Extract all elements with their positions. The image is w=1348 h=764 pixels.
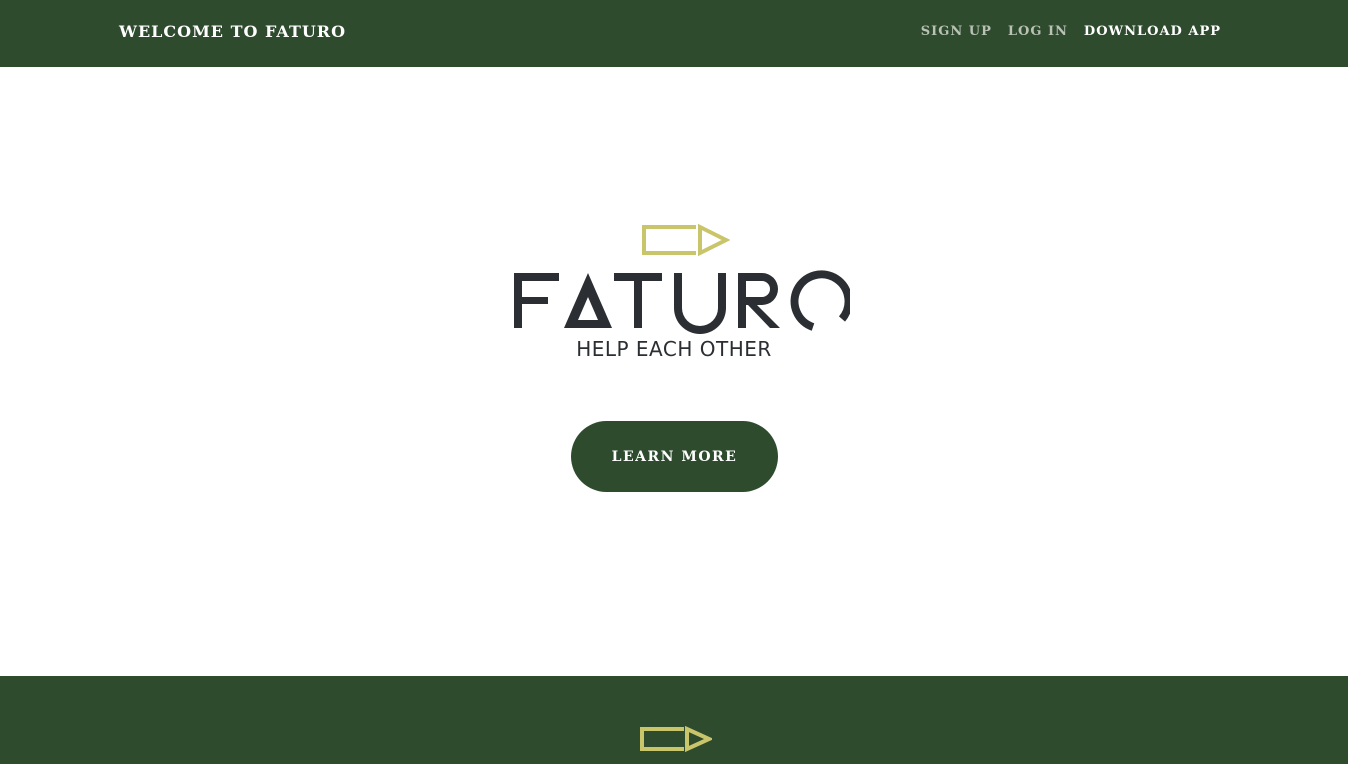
footer-pencil-arrow-icon [640,725,712,753]
sign-up-link[interactable]: SIGN UP [921,24,992,40]
learn-more-button[interactable]: LEARN MORE [571,421,778,492]
main-nav: SIGN UP LOG IN DOWNLOAD APP [921,24,1221,40]
hero-section [0,67,1348,676]
download-app-link[interactable]: DOWNLOAD APP [1084,24,1221,40]
pencil-arrow-icon [642,223,730,257]
faturo-logo-wordmark [514,270,850,334]
site-brand[interactable]: WELCOME TO FATURO [119,22,346,42]
top-navbar: WELCOME TO FATURO SIGN UP LOG IN DOWNLOA… [0,0,1348,67]
hero-tagline: HELP EACH OTHER [576,337,772,361]
log-in-link[interactable]: LOG IN [1008,24,1068,40]
